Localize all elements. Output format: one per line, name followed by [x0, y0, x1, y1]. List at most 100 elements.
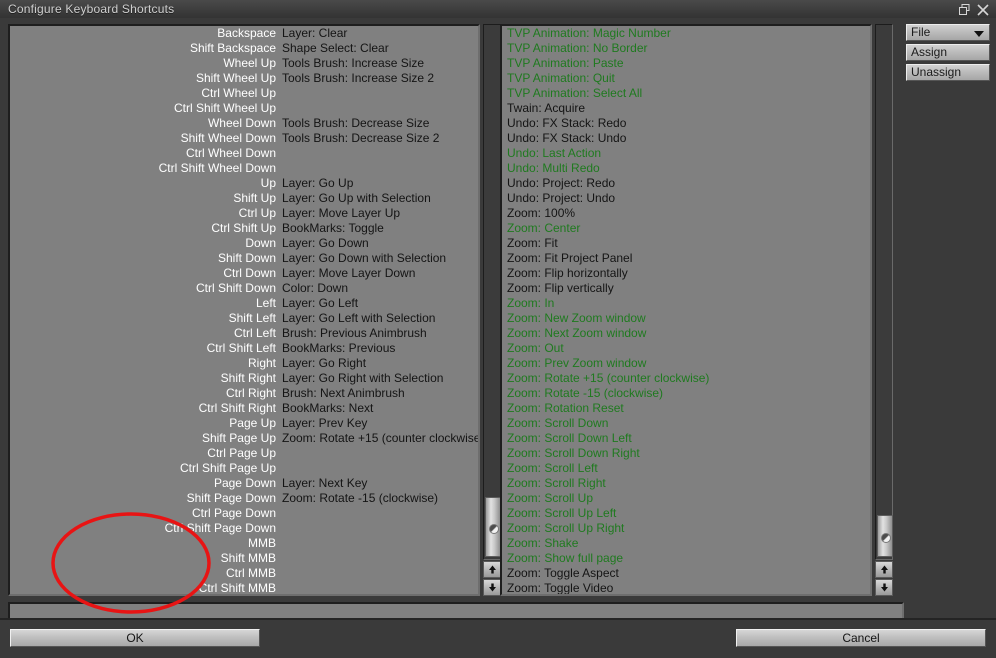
scrollbar-track[interactable] [483, 24, 501, 560]
list-item[interactable]: Undo: Last Action [502, 146, 870, 161]
list-item[interactable]: Zoom: Rotation Reset [502, 401, 870, 416]
table-row[interactable]: Ctrl Shift Wheel Down [10, 161, 478, 176]
list-item[interactable]: Zoom: Scroll Up [502, 491, 870, 506]
table-row[interactable]: Ctrl Page Up [10, 446, 478, 461]
scroll-down-button[interactable] [483, 579, 501, 596]
table-row[interactable]: Shift Page Down Zoom: Rotate -15 (clockwi… [10, 491, 478, 506]
scroll-up-button[interactable] [875, 561, 893, 578]
list-item[interactable]: Twain: Acquire [502, 101, 870, 116]
list-item[interactable]: Zoom: Scroll Down [502, 416, 870, 431]
table-row[interactable]: Ctrl Shift Up BookMarks: Toggle [10, 221, 478, 236]
table-row[interactable]: Ctrl Shift Wheel Up [10, 101, 478, 116]
table-row[interactable]: Ctrl Up Layer: Move Layer Up [10, 206, 478, 221]
table-row[interactable]: Ctrl Shift Down Color: Down [10, 281, 478, 296]
table-row[interactable]: Ctrl Shift Right BookMarks: Next [10, 401, 478, 416]
list-item[interactable]: TVP Animation: Select All [502, 86, 870, 101]
cancel-button[interactable]: Cancel [736, 629, 986, 647]
list-item[interactable]: TVP Animation: Magic Number [502, 26, 870, 41]
table-row[interactable]: Shift Wheel Up Tools Brush: Increase Size… [10, 71, 478, 86]
list-item[interactable]: Zoom: Rotate +15 (counter clockwise) [502, 371, 870, 386]
list-item[interactable]: Zoom: Rotate -15 (clockwise) [502, 386, 870, 401]
command-label: Undo: Multi Redo [507, 161, 600, 175]
table-row[interactable]: Page Down Layer: Next Key [10, 476, 478, 491]
scroll-down-button[interactable] [875, 579, 893, 596]
shortcut-action-label: Layer: Move Layer Down [282, 266, 416, 280]
list-item[interactable]: Zoom: 100% [502, 206, 870, 221]
list-item[interactable]: Zoom: Scroll Right [502, 476, 870, 491]
table-row[interactable]: Ctrl Page Down [10, 506, 478, 521]
restore-icon[interactable] [956, 1, 972, 17]
table-row[interactable]: Shift Page Up Zoom: Rotate +15 (counter c… [10, 431, 478, 446]
table-row[interactable]: Shift MMB [10, 551, 478, 566]
list-item[interactable]: Undo: FX Stack: Undo [502, 131, 870, 146]
table-row[interactable]: Shift Down Layer: Go Down with Selection [10, 251, 478, 266]
scrollbar-thumb[interactable] [485, 497, 501, 557]
list-item[interactable]: Zoom: Prev Zoom window [502, 356, 870, 371]
table-row[interactable]: Right Layer: Go Right [10, 356, 478, 371]
table-row[interactable]: Backspace Layer: Clear [10, 26, 478, 41]
unassign-button[interactable]: Unassign [906, 64, 990, 81]
list-item[interactable]: Zoom: Center [502, 221, 870, 236]
list-item[interactable]: Undo: Multi Redo [502, 161, 870, 176]
table-row[interactable]: Ctrl Left Brush: Previous Animbrush [10, 326, 478, 341]
table-row[interactable]: Ctrl Shift Left BookMarks: Previous [10, 341, 478, 356]
list-item[interactable]: Zoom: Scroll Down Right [502, 446, 870, 461]
scrollbar-thumb[interactable] [877, 515, 893, 557]
list-item[interactable]: Zoom: Scroll Up Left [502, 506, 870, 521]
command-list-scrollbar[interactable] [875, 24, 893, 596]
shortcut-key-list[interactable]: Backspace Layer: Clear Shift Backspace Shap… [8, 24, 480, 596]
table-row[interactable]: Ctrl Shift Page Down [10, 521, 478, 536]
table-row[interactable]: Ctrl MMB [10, 566, 478, 581]
ok-button[interactable]: OK [10, 629, 260, 647]
table-row[interactable]: Down Layer: Go Down [10, 236, 478, 251]
table-row[interactable]: Up Layer: Go Up [10, 176, 478, 191]
command-list[interactable]: TVP Animation: Magic Number TVP Animation… [500, 24, 872, 596]
table-row[interactable]: Shift Up Layer: Go Up with Selection [10, 191, 478, 206]
table-row[interactable]: Page Up Layer: Prev Key [10, 416, 478, 431]
list-item[interactable]: Zoom: Toggle Video [502, 581, 870, 594]
list-item[interactable]: Zoom: New Zoom window [502, 311, 870, 326]
list-item[interactable]: Zoom: Fit [502, 236, 870, 251]
list-item[interactable]: Zoom: Out [502, 341, 870, 356]
table-row[interactable]: Ctrl Shift MMB [10, 581, 478, 594]
list-item[interactable]: Zoom: Scroll Left [502, 461, 870, 476]
table-row[interactable]: MMB [10, 536, 478, 551]
table-row[interactable]: Ctrl Right Brush: Next Animbrush [10, 386, 478, 401]
list-item[interactable]: Zoom: Next Zoom window [502, 326, 870, 341]
list-item[interactable]: Zoom: In [502, 296, 870, 311]
table-row[interactable]: Shift Backspace Shape Select: Clear [10, 41, 478, 56]
table-row[interactable]: Shift Right Layer: Go Right with Selectio… [10, 371, 478, 386]
list-item[interactable]: Zoom: Flip horizontally [502, 266, 870, 281]
scroll-up-button[interactable] [483, 561, 501, 578]
table-row[interactable]: Wheel Down Tools Brush: Decrease Size [10, 116, 478, 131]
list-item[interactable]: Zoom: Show full page [502, 551, 870, 566]
list-item[interactable]: Undo: Project: Redo [502, 176, 870, 191]
shortcut-key-label: Ctrl Shift Left [206, 341, 276, 355]
shortcut-action-label: Brush: Next Animbrush [282, 386, 405, 400]
list-item[interactable]: TVP Animation: Paste [502, 56, 870, 71]
list-item[interactable]: Undo: FX Stack: Redo [502, 116, 870, 131]
list-item[interactable]: Zoom: Fit Project Panel [502, 251, 870, 266]
list-item[interactable]: TVP Animation: No Border [502, 41, 870, 56]
table-row[interactable]: Shift Left Layer: Go Left with Selection [10, 311, 478, 326]
table-row[interactable]: Left Layer: Go Left [10, 296, 478, 311]
list-item[interactable]: Zoom: Scroll Down Left [502, 431, 870, 446]
close-icon[interactable] [975, 1, 991, 17]
file-dropdown[interactable]: File [906, 24, 990, 41]
table-row[interactable]: Ctrl Shift Page Up [10, 461, 478, 476]
list-item[interactable]: Zoom: Scroll Up Right [502, 521, 870, 536]
list-item[interactable]: Undo: Project: Undo [502, 191, 870, 206]
table-row[interactable]: Ctrl Wheel Down [10, 146, 478, 161]
shortcut-key-label: Ctrl Up [238, 206, 276, 220]
list-item[interactable]: TVP Animation: Quit [502, 71, 870, 86]
table-row[interactable]: Ctrl Wheel Up [10, 86, 478, 101]
table-row[interactable]: Wheel Up Tools Brush: Increase Size [10, 56, 478, 71]
table-row[interactable]: Ctrl Down Layer: Move Layer Down [10, 266, 478, 281]
shortcut-list-scrollbar[interactable] [483, 24, 501, 596]
scrollbar-track[interactable] [875, 24, 893, 560]
table-row[interactable]: Shift Wheel Down Tools Brush: Decrease Si… [10, 131, 478, 146]
assign-button[interactable]: Assign [906, 44, 990, 61]
list-item[interactable]: Zoom: Toggle Aspect [502, 566, 870, 581]
list-item[interactable]: Zoom: Flip vertically [502, 281, 870, 296]
list-item[interactable]: Zoom: Shake [502, 536, 870, 551]
